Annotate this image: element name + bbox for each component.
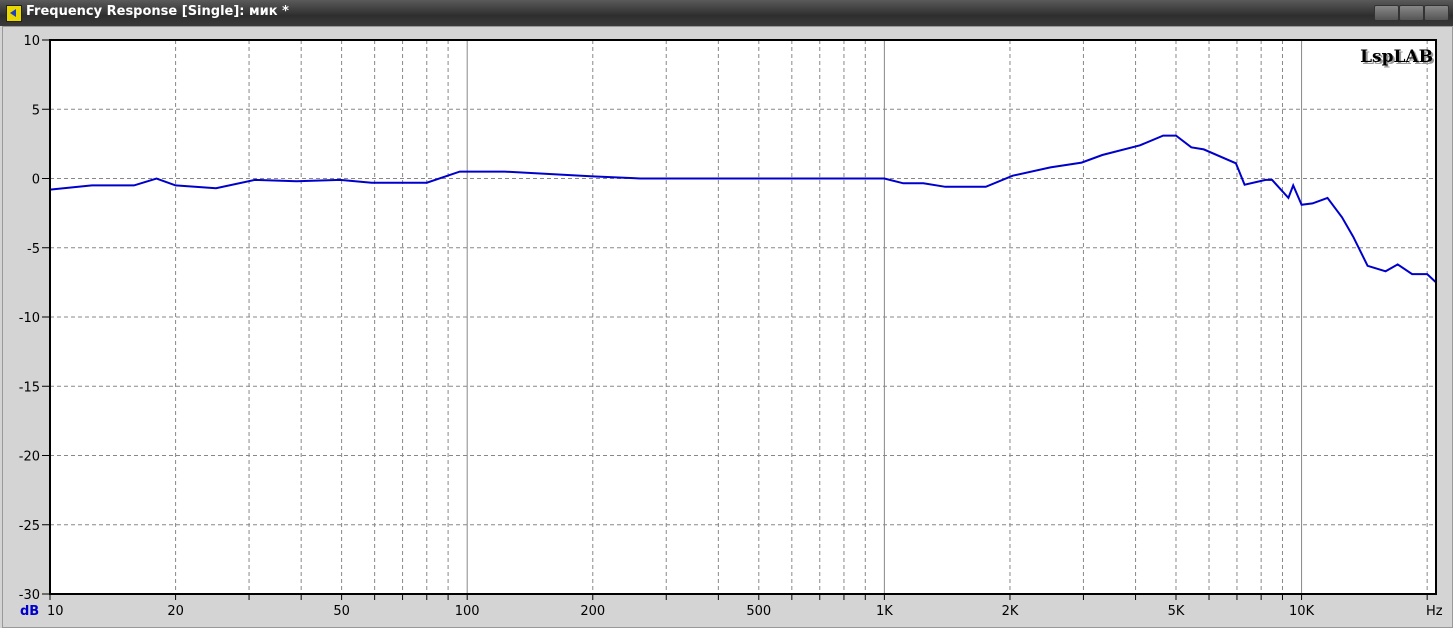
x-tick-label: 50 <box>333 604 350 619</box>
x-tick-label: 5K <box>1168 604 1185 619</box>
frequency-response-chart: 1050-5-10-15-20-25-3010 20 50 100 200 500 1K 2K… <box>19 34 1443 619</box>
x-tick-label: 10K <box>1289 604 1315 619</box>
y-tick-label: 0 <box>32 173 40 188</box>
y-tick-label: -5 <box>27 242 40 257</box>
watermark-logo: LspLAB <box>1360 47 1433 67</box>
y-tick-label: 10 <box>23 34 40 49</box>
y-tick-label: -10 <box>19 311 40 326</box>
y-tick-label: -30 <box>19 588 40 603</box>
x-tick-label: 200 <box>580 604 605 619</box>
x-axis-label: Hz <box>1426 604 1443 619</box>
y-tick-label: -20 <box>19 450 40 465</box>
x-tick-label: 2K <box>1002 604 1019 619</box>
y-tick-label: -25 <box>19 519 40 534</box>
x-tick-label: 20 <box>167 604 184 619</box>
x-tick-label: 500 <box>746 604 771 619</box>
x-tick-label: 1K <box>876 604 893 619</box>
y-tick-label: 5 <box>32 103 40 118</box>
y-axis-label: dB <box>20 604 39 619</box>
x-tick-label: 10 <box>47 604 64 619</box>
x-tick-label: 100 <box>455 604 480 619</box>
y-tick-label: -15 <box>19 380 40 395</box>
